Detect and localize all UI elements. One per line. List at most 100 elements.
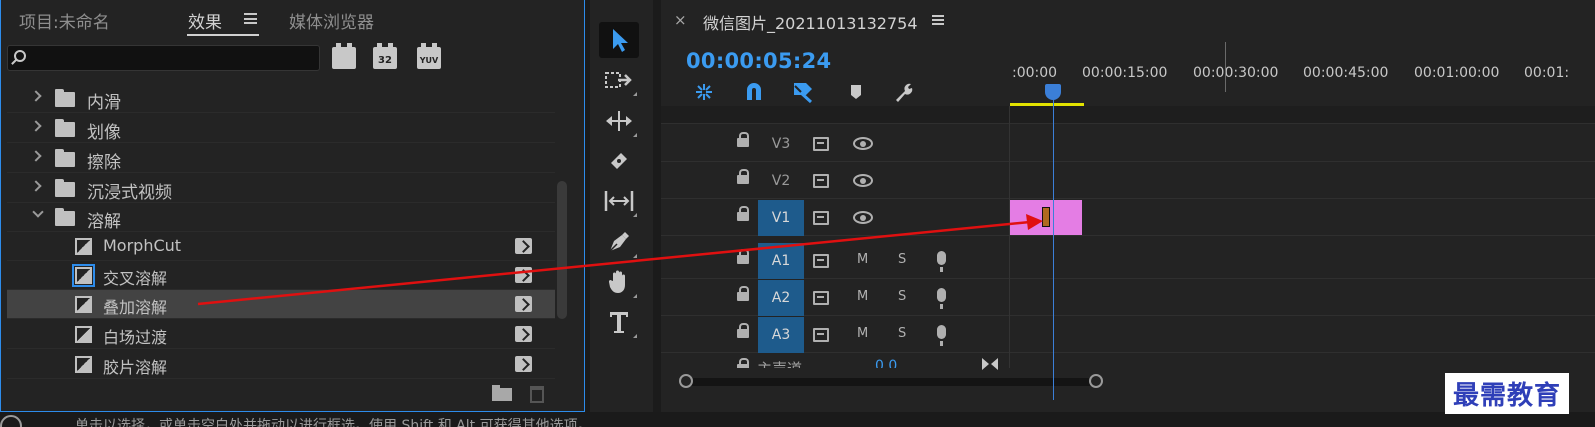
folder-icon (55, 149, 75, 167)
tab-effects[interactable]: 效果 (188, 8, 222, 33)
track-select-forward-tool[interactable] (599, 62, 639, 98)
type-tool[interactable] (599, 304, 639, 340)
add-marker-icon[interactable] (844, 80, 868, 104)
tree-effect-row[interactable]: 胶片溶解 (7, 350, 555, 379)
transition-icon (75, 296, 92, 313)
snap-magnet-icon[interactable] (742, 80, 766, 104)
time-ruler[interactable]: :00:00 00:00:15:00 00:00:30:00 00:00:45:… (1010, 38, 1595, 106)
zoom-handle-left[interactable] (679, 374, 693, 388)
chevron-right-icon[interactable] (30, 150, 42, 162)
solo-button[interactable]: S (898, 289, 906, 304)
timeline-zoom-scrollbar[interactable] (679, 374, 1103, 388)
selection-tool[interactable] (599, 22, 639, 58)
tree-effect-row-selected[interactable]: 叠加溶解 (7, 290, 555, 319)
trash-icon[interactable] (530, 386, 544, 403)
tree-effect-row[interactable]: 交叉溶解 (7, 261, 555, 290)
tab-media-browser[interactable]: 媒体浏览器 (289, 8, 374, 33)
microphone-icon[interactable] (937, 325, 946, 346)
tree-folder-row[interactable]: 内滑 (7, 84, 555, 113)
hand-tool[interactable] (599, 264, 639, 300)
ripple-edit-tool[interactable] (599, 103, 639, 139)
razor-tool[interactable] (599, 143, 639, 179)
accelerated-effect-icon (515, 238, 532, 254)
sync-lock-icon[interactable] (813, 328, 829, 342)
default-transition-icon (72, 264, 95, 287)
sequence-tab-title[interactable]: 微信图片_20211013132754 (703, 10, 918, 34)
chevron-down-icon[interactable] (32, 206, 44, 218)
eye-icon[interactable] (853, 211, 873, 224)
slip-icon (604, 191, 634, 211)
lock-icon[interactable] (737, 132, 749, 147)
accelerated-effect-icon (515, 296, 532, 312)
razor-icon (611, 153, 627, 169)
mute-button[interactable]: M (857, 326, 868, 341)
sync-lock-icon[interactable] (813, 291, 829, 305)
lock-icon[interactable] (737, 169, 749, 184)
chevron-right-icon[interactable] (30, 180, 42, 192)
tree-folder-row[interactable]: 擦除 (7, 144, 555, 173)
sync-lock-icon[interactable] (813, 254, 829, 268)
accelerated-effects-filter-button[interactable] (332, 43, 356, 69)
lock-icon[interactable] (737, 323, 749, 338)
master-volume-value[interactable]: 0.0 (875, 358, 897, 368)
accelerated-effect-icon (515, 326, 532, 342)
hand-icon (608, 270, 625, 293)
lock-icon[interactable] (737, 358, 749, 368)
pen-icon (609, 232, 629, 252)
lock-icon[interactable] (737, 249, 749, 264)
eye-icon[interactable] (853, 137, 873, 150)
playhead-handle[interactable] (1045, 84, 1061, 100)
tree-folder-row[interactable]: 划像 (7, 114, 555, 143)
linked-selection-icon[interactable] (791, 80, 815, 104)
tree-folder-row-dissolve[interactable]: 溶解 (7, 203, 555, 232)
active-tab-underline (187, 34, 259, 36)
panel-menu-icon[interactable] (244, 13, 257, 24)
tree-scrollbar[interactable] (557, 181, 567, 319)
chevron-right-icon[interactable] (30, 120, 42, 132)
lock-icon[interactable] (737, 286, 749, 301)
yuv-filter-button[interactable]: YUV (417, 43, 441, 69)
panel-tab-bar: 项目:未命名 效果 媒体浏览器 (1, 0, 584, 40)
panel-menu-icon[interactable] (932, 15, 944, 25)
sync-lock-icon[interactable] (813, 137, 829, 151)
bowtie-icon[interactable] (981, 357, 999, 371)
track-v3: V3 (661, 126, 1595, 162)
track-target-a1[interactable]: A1 (758, 243, 804, 279)
tab-project[interactable]: 项目:未命名 (19, 8, 110, 33)
track-target-a3[interactable]: A3 (758, 317, 804, 353)
32bit-filter-button[interactable]: 32 (373, 43, 397, 69)
close-icon[interactable]: × (674, 11, 687, 29)
search-input[interactable] (7, 45, 320, 71)
mute-button[interactable]: M (857, 252, 868, 267)
ripple-edit-icon (606, 111, 632, 131)
sync-lock-icon[interactable] (813, 174, 829, 188)
solo-button[interactable]: S (898, 252, 906, 267)
zoom-handle-right[interactable] (1089, 374, 1103, 388)
pen-tool[interactable] (599, 224, 639, 260)
microphone-icon[interactable] (937, 288, 946, 309)
sync-lock-icon[interactable] (813, 211, 829, 225)
arrow-cursor-icon (613, 29, 628, 52)
lock-icon[interactable] (737, 206, 749, 221)
slip-tool[interactable] (599, 183, 639, 219)
chevron-right-icon[interactable] (30, 90, 42, 102)
mute-button[interactable]: M (857, 289, 868, 304)
wrench-settings-icon[interactable] (892, 80, 916, 104)
track-a1: A1 M S (661, 243, 1595, 279)
nest-sequences-icon[interactable] (692, 80, 716, 104)
microphone-icon[interactable] (937, 251, 946, 272)
track-target-a2[interactable]: A2 (758, 280, 804, 316)
tree-effect-row[interactable]: 白场过渡 (7, 320, 555, 349)
track-target-v3[interactable]: V3 (758, 126, 804, 162)
playhead-timecode[interactable]: 00:00:05:24 (686, 49, 831, 73)
new-bin-icon[interactable] (492, 385, 512, 401)
tree-folder-row[interactable]: 沉浸式视频 (7, 174, 555, 203)
transition-drop-marker[interactable] (1042, 207, 1050, 227)
track-target-v2[interactable]: V2 (758, 163, 804, 199)
effects-panel: 项目:未命名 效果 媒体浏览器 32 YUV 内滑 划像 擦除 沉浸式视频 溶解… (0, 0, 585, 412)
solo-button[interactable]: S (898, 326, 906, 341)
folder-icon (55, 89, 75, 107)
eye-icon[interactable] (853, 174, 873, 187)
tree-effect-row[interactable]: MorphCut (7, 232, 555, 261)
track-target-v1[interactable]: V1 (758, 200, 804, 236)
